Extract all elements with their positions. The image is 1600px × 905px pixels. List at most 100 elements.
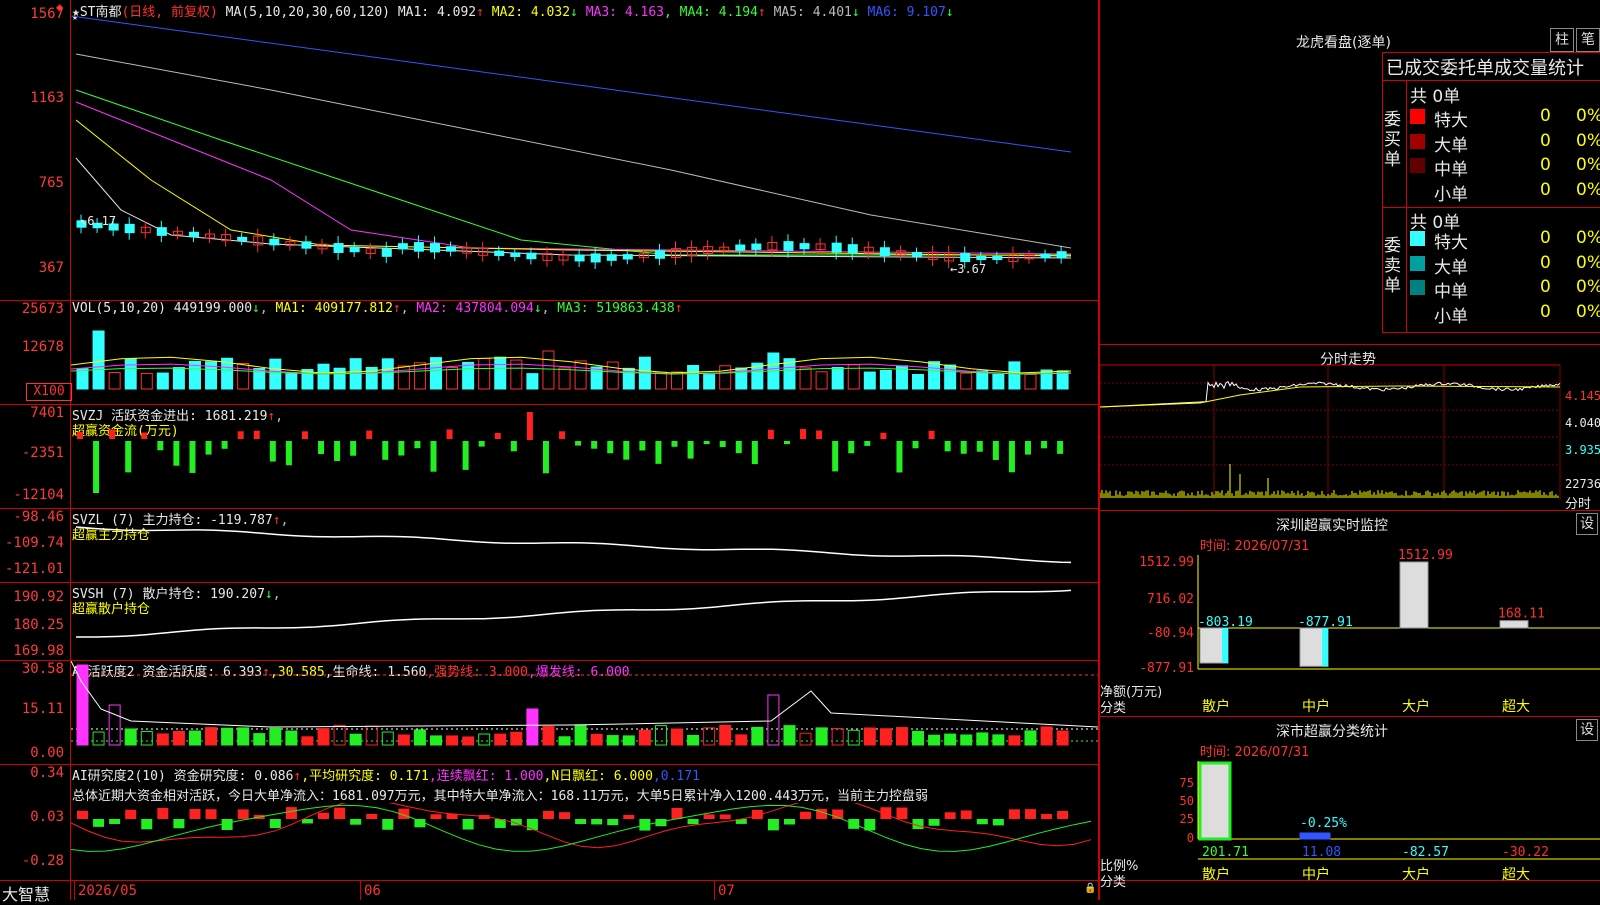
svzj-panel[interactable]: SVZJ 活跃资金进出: 1681.219↑, 超赢资金流(万元) 7401 -…: [0, 405, 1098, 508]
activity-bar: [172, 730, 185, 746]
buy-row: 中单 0 0%: [1410, 155, 1600, 180]
research-bar: [816, 808, 828, 819]
candle: [992, 255, 1003, 261]
net-bar-label-1: -803.19: [1198, 615, 1253, 630]
flow-bar: [446, 429, 453, 439]
volume-bar: [1008, 361, 1021, 390]
research-bar: [1008, 809, 1020, 819]
volume-bar: [156, 372, 169, 390]
sell-row: 小单 0 0%: [1410, 302, 1600, 327]
candle: [349, 246, 360, 253]
sell-pct: 0%: [1576, 252, 1600, 273]
flow-bar: [719, 441, 726, 447]
candle: [574, 254, 585, 262]
candle: [237, 236, 248, 242]
ratio-bar-label: -0.25%: [1300, 816, 1347, 831]
svsh-panel[interactable]: SVSH (7) 散户持仓: 190.207↓, 超赢散户持仓 190.92 1…: [0, 583, 1098, 660]
research-bar: [623, 814, 635, 819]
research-bar: [1057, 810, 1069, 819]
activity-bar: [815, 727, 828, 746]
retail-holding-line[interactable]: [71, 583, 1098, 660]
research-bar: [301, 819, 313, 824]
svzj-axis-2: -2351: [21, 445, 64, 461]
activity-bar: [831, 728, 844, 746]
tick-mode-button[interactable]: 笔: [1576, 28, 1600, 52]
date-label-2: 06: [364, 883, 381, 899]
sz-class-panel[interactable]: 深市超赢分类统计 设 时间: 2026/07/31 75 50 25 0 -0.25% 2…: [1100, 717, 1600, 900]
svzl-axis-2: -109.74: [4, 535, 64, 551]
flow-bar: [1008, 441, 1015, 473]
activity-bar: [671, 728, 684, 746]
net-category-2: 中户: [1302, 698, 1330, 715]
buy-pct: 0%: [1576, 155, 1600, 175]
buy-label: 大单: [1434, 135, 1468, 156]
svzl-panel[interactable]: SVZL (7) 主力持仓: -119.787↑, 超赢主力持仓 -98.46 …: [0, 509, 1098, 582]
sz-class-axis-1: 75: [1180, 776, 1194, 790]
research-bar: [783, 819, 795, 825]
activity-bar: [413, 729, 426, 746]
candle: [269, 238, 280, 246]
ai-research-axis-1: 0.34: [30, 765, 64, 781]
research-bar: [318, 812, 330, 819]
volume-chart[interactable]: [71, 301, 1098, 404]
sell-row: 中单 0 0%: [1410, 277, 1600, 302]
candle: [446, 246, 457, 252]
volume-bar: [333, 367, 346, 390]
net-amount-chart[interactable]: 1512.99 716.02 -80.94 -877.91 -803.19 散户 -877.…: [1100, 511, 1600, 716]
volume-bar: [478, 358, 491, 390]
candle: [606, 254, 617, 261]
candle: [783, 241, 794, 251]
ai-active-panel[interactable]: AI活跃度2 资金活跃度: 6.393↑,30.585,生命线: 1.560,强…: [0, 661, 1098, 764]
research-chart[interactable]: [71, 803, 1098, 879]
sell-pct: 0%: [1576, 228, 1600, 248]
activity-chart[interactable]: [71, 661, 1098, 764]
sell-row: 大单 0 0%: [1410, 252, 1600, 278]
activity-bar: [638, 729, 651, 746]
vol-ma-line-2: [71, 363, 1072, 375]
net-bar-3: [1399, 561, 1429, 629]
research-bar: [77, 810, 88, 819]
sz-monitor-axis-2: 716.02: [1147, 592, 1194, 607]
price-panel[interactable]: ◆ ★ ★ST南都(日线, 前复权) MA(5,10,20,30,60,120)…: [0, 0, 1098, 300]
fund-flow-chart[interactable]: [71, 405, 1098, 508]
low-label: 3.67: [957, 262, 987, 276]
sell-count: 0: [1540, 252, 1551, 273]
volume-bar: [606, 361, 619, 390]
research-bar: [719, 814, 731, 819]
candle: [622, 254, 633, 260]
research-bar: [109, 819, 121, 824]
sell-swatch: [1410, 231, 1425, 246]
ratio-chart[interactable]: 75 50 25 0 -0.25% 201.71 11.08 -82.57 -30.22 散户 中户…: [1100, 717, 1600, 900]
research-bar: [976, 819, 988, 825]
sz-monitor-panel[interactable]: 深圳超赢实时监控 设 时间: 2026/07/31 1512.99 716.02-…: [1100, 511, 1600, 716]
retail-holding-trend: [76, 589, 1072, 638]
ai-research-panel[interactable]: AI研究度2(10) 资金研究度: 0.086↑,平均研究度: 0.171,连续…: [0, 765, 1098, 880]
flow-bar: [960, 441, 967, 454]
flow-bar: [687, 441, 694, 459]
sz-monitor-axis-1: 1512.99: [1139, 555, 1194, 570]
research-bar: [1041, 813, 1053, 819]
research-bar: [93, 819, 105, 827]
svzl-axis-1: -98.46: [13, 509, 64, 525]
intraday-chart[interactable]: [1100, 345, 1600, 510]
flow-bar: [575, 441, 582, 446]
candle: [751, 243, 762, 250]
activity-bar: [478, 733, 491, 746]
lock-icon[interactable]: 🔒: [1084, 883, 1096, 894]
vol-unit-badge[interactable]: X100: [26, 383, 72, 401]
flow-bar: [350, 441, 357, 456]
main-holding-line[interactable]: [71, 509, 1098, 582]
volume-bar: [285, 373, 298, 390]
volume-bar: [462, 361, 475, 390]
volume-bar: [879, 369, 892, 390]
bar-mode-button[interactable]: 柱: [1550, 28, 1574, 52]
candlestick-chart[interactable]: [71, 0, 1098, 300]
flow-bar: [141, 432, 148, 439]
flow-bar: [494, 432, 501, 439]
intraday-panel[interactable]: 分时走势 4.145 4.040 3.935 22736 分时: [1100, 345, 1600, 512]
flow-bar: [1024, 441, 1031, 455]
volume-panel[interactable]: VOL(5,10,20) 449199.000↓, MA1: 409177.81…: [0, 301, 1098, 404]
activity-bar: [1024, 730, 1037, 746]
volume-bar: [574, 360, 587, 390]
volume-bar: [976, 370, 989, 390]
